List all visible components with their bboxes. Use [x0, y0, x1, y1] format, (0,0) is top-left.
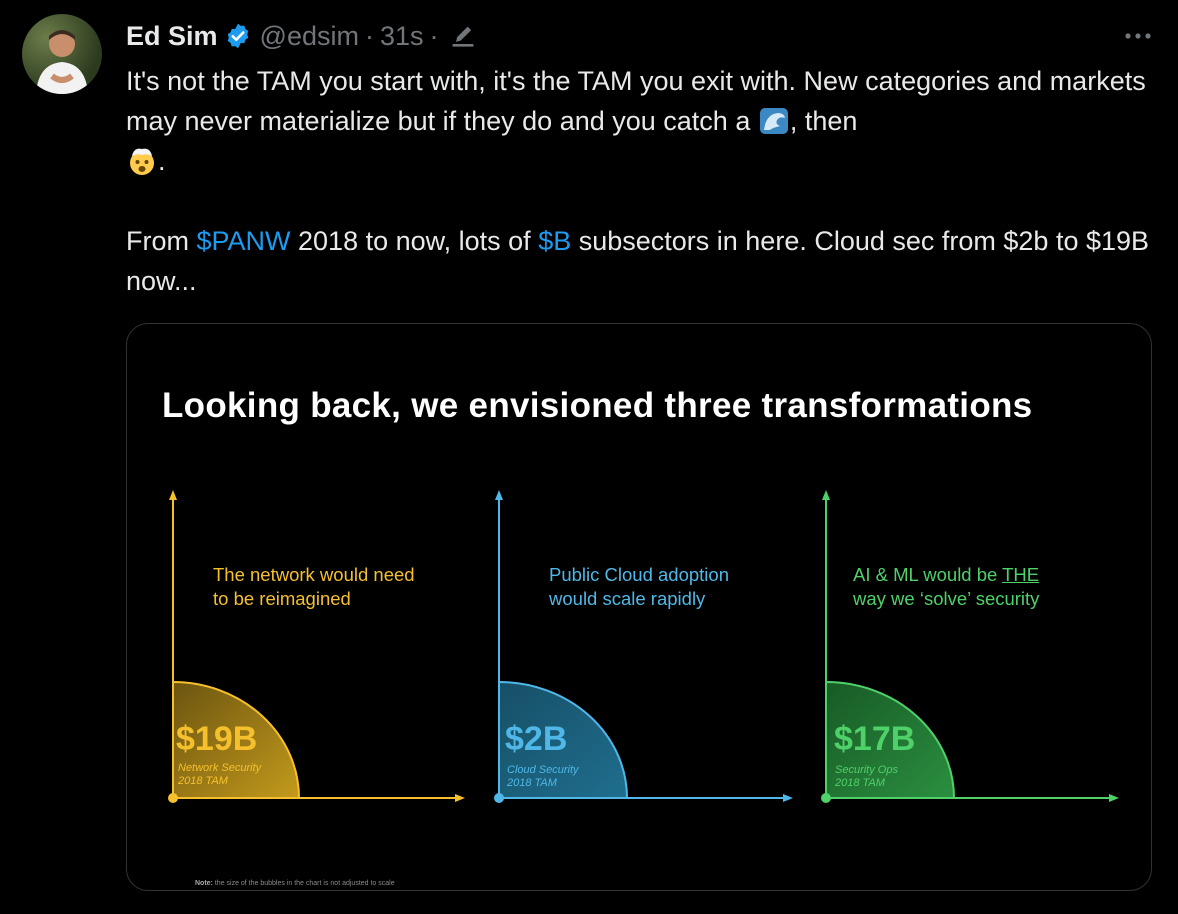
tweet-paragraph-2: From $PANW 2018 to now, lots of $B subse…	[126, 221, 1156, 301]
sublabel-line: Cloud Security	[507, 764, 579, 776]
x-axis-arrow	[1109, 794, 1119, 802]
author-handle[interactable]: @edsim	[260, 21, 359, 52]
sublabel-line: 2018 TAM	[835, 777, 885, 789]
edit-pencil-icon[interactable]	[449, 22, 477, 50]
wave-emoji-icon	[759, 108, 788, 134]
avatar[interactable]	[22, 14, 102, 94]
origin-dot	[494, 793, 504, 803]
panel-3-sublabel: Security Ops 2018 TAM	[835, 764, 898, 790]
sublabel-line: 2018 TAM	[178, 775, 228, 787]
panel-1-sublabel: Network Security 2018 TAM	[178, 762, 261, 788]
x-axis-arrow	[455, 794, 465, 802]
tweet-text-line: From	[126, 226, 197, 256]
avatar-image	[36, 30, 88, 94]
panel-3-caption: AI & ML would be THE way we ‘solve’ secu…	[853, 563, 1039, 611]
caption-line: way we ‘solve’ security	[853, 588, 1040, 609]
panel-1-caption: The network would need to be reimagined	[213, 563, 415, 611]
cashtag-link-b[interactable]: $B	[538, 226, 571, 256]
x-axis-arrow	[783, 794, 793, 802]
tweet-paragraph-1: It's not the TAM you start with, it's th…	[126, 61, 1156, 181]
caption-line: would scale rapidly	[549, 588, 706, 609]
y-axis-arrow	[495, 490, 503, 500]
tweet-text-line: It's not the TAM you start with, it's th…	[126, 66, 1146, 136]
sublabel-line: Network Security	[178, 762, 262, 774]
panel-3-value: $17B	[834, 720, 916, 758]
exploding-head-emoji-icon	[130, 148, 154, 175]
more-options-icon[interactable]	[1120, 22, 1156, 50]
panel-1-value: $19B	[176, 720, 258, 758]
cashtag-link-panw[interactable]: $PANW	[197, 226, 291, 256]
sublabel-line: Security Ops	[835, 764, 898, 776]
y-axis-arrow	[169, 490, 177, 500]
origin-dot	[168, 793, 178, 803]
sublabel-line: 2018 TAM	[507, 777, 557, 789]
separator: ·	[364, 20, 374, 51]
caption-line: AI & ML would be THE	[853, 563, 1039, 587]
tweet-text-line: 2018 to now, lots of	[290, 226, 539, 256]
y-axis-arrow	[822, 490, 830, 500]
caption-line: The network would need	[213, 564, 415, 585]
attached-image[interactable]: Looking back, we envisioned three transf…	[126, 323, 1152, 891]
tweet-text-line: .	[158, 146, 166, 176]
caption-line: Public Cloud adoption	[549, 564, 729, 585]
tweet-header: Ed Sim @edsim · 31s ·	[126, 18, 477, 54]
tweet-text: It's not the TAM you start with, it's th…	[126, 61, 1156, 301]
caption-fragment: AI & ML would be	[853, 564, 1003, 585]
panel-2-sublabel: Cloud Security 2018 TAM	[507, 764, 579, 790]
separator: ·	[429, 20, 439, 51]
verified-badge-icon[interactable]	[224, 22, 252, 50]
origin-dot	[821, 793, 831, 803]
author-name[interactable]: Ed Sim	[126, 21, 218, 52]
tweet-text-line: , then	[789, 106, 858, 136]
slide-footnote: Note: the size of the bubbles in the cha…	[195, 880, 395, 887]
timestamp[interactable]: 31s	[380, 21, 424, 52]
caption-emphasis: THE	[1002, 564, 1040, 585]
footnote-text: the size of the bubbles in the chart is …	[212, 880, 395, 887]
footnote-label: Note:	[195, 880, 213, 887]
caption-line: to be reimagined	[213, 588, 351, 609]
panel-2-value: $2B	[505, 720, 568, 758]
panel-2-caption: Public Cloud adoption would scale rapidl…	[549, 563, 729, 611]
